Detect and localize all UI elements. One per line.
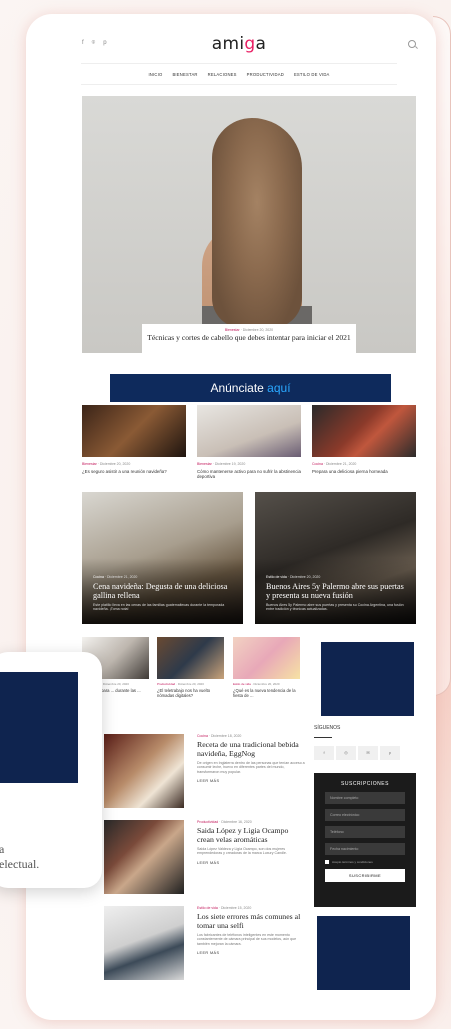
featured-article-card[interactable]: Cocina · Diciembre 21, 2020 Cena navideñ… xyxy=(82,492,243,624)
read-more-link[interactable]: LEER MÁS xyxy=(197,861,307,865)
hero-title[interactable]: Técnicas y cortes de cabello que debes i… xyxy=(142,334,356,342)
subscribe-title: SUSCRIPCIONES xyxy=(341,781,389,787)
nav-item-productividad[interactable]: PRODUCTIVIDAD xyxy=(247,72,284,77)
overlay-text: electual. xyxy=(0,857,40,871)
ad-banner[interactable]: Anúnciate aquí xyxy=(110,374,391,402)
article-image xyxy=(104,906,184,980)
article-excerpt: De origen en Inglaterra dentro de las pe… xyxy=(197,761,305,774)
web-page: f ⌾ p amiga INICIO BIENESTAR RELACIONES … xyxy=(56,30,422,1005)
overlay-card: a electual. xyxy=(0,652,102,888)
article-image xyxy=(104,820,184,894)
article-title[interactable]: Los siete errores más comunes al tomar u… xyxy=(197,912,307,930)
article-card[interactable]: Cocina · Diciembre 21, 2020 Prepara una … xyxy=(312,405,416,474)
hero-meta: Bienestar · Diciembre 20, 2020 xyxy=(224,328,274,332)
article-list-item[interactable]: Productividad · Diciembre 16, 2020 Saida… xyxy=(104,820,318,896)
featured-article-excerpt: Este platillo lleva en las cenas de las … xyxy=(93,602,225,611)
overlay-text: a xyxy=(0,842,5,856)
search-icon[interactable] xyxy=(408,40,416,48)
featured-article-title[interactable]: Cena navideña: Degusta de una deliciosa … xyxy=(93,582,235,600)
article-excerpt: Saida López Valdeza y Ligia Ocampo, son … xyxy=(197,847,287,856)
sidebar-ad[interactable] xyxy=(321,642,414,716)
phone-field[interactable]: Teléfono xyxy=(325,826,405,838)
article-image xyxy=(157,637,224,679)
hero-article[interactable]: Bienestar · Diciembre 20, 2020 Técnicas … xyxy=(82,96,416,353)
sidebar-ad[interactable] xyxy=(317,916,410,990)
main-nav: INICIO BIENESTAR RELACIONES PRODUCTIVIDA… xyxy=(81,63,397,85)
hero-image-hair xyxy=(212,118,302,328)
featured-article-excerpt: Buenos Aires 5y Palermo abre sus puertas… xyxy=(266,602,404,611)
article-title[interactable]: Cómo mantenerse activo para no sufrir la… xyxy=(197,469,301,479)
follow-title: SÍGUENOS xyxy=(314,725,341,731)
article-card[interactable]: Estilo de vida · Diciembre 20, 2020 ¿Qué… xyxy=(233,637,300,698)
consent-checkbox[interactable]: Acepto términos y condiciones xyxy=(325,860,405,864)
birthdate-field[interactable]: Fecha nacimiento xyxy=(325,843,405,855)
article-card[interactable]: Bienestar · Diciembre 20, 2020 ¿Es segur… xyxy=(82,405,186,474)
mail-icon[interactable]: ✉ xyxy=(358,746,378,760)
article-list-item[interactable]: Cocina · Diciembre 18, 2020 Receta de un… xyxy=(104,734,318,810)
checkbox-icon[interactable] xyxy=(325,860,329,864)
overlay-ad-block xyxy=(0,672,78,783)
nav-item-estilo-de-vida[interactable]: ESTILO DE VIDA xyxy=(294,72,330,77)
instagram-icon[interactable]: ◎ xyxy=(336,746,356,760)
pinterest-icon[interactable]: p xyxy=(380,746,400,760)
article-image xyxy=(104,734,184,808)
article-title[interactable]: Receta de una tradicional bebida navideñ… xyxy=(197,740,307,758)
featured-article-card[interactable]: Estilo de vida · Diciembre 20, 2020 Buen… xyxy=(255,492,416,624)
article-image xyxy=(82,405,186,457)
article-title[interactable]: Saida López y Ligia Ocampo crean velas a… xyxy=(197,826,307,844)
article-title[interactable]: ¿Qué es la nueva tendencia de la fiesta … xyxy=(233,688,300,698)
nav-item-relaciones[interactable]: RELACIONES xyxy=(208,72,237,77)
article-title[interactable]: ¿Es seguro asistir a una reunión navideñ… xyxy=(82,469,186,474)
subscribe-form: SUSCRIPCIONES Nombre completo Correo ele… xyxy=(314,773,416,907)
article-image xyxy=(197,405,301,457)
hero-caption: Bienestar · Diciembre 20, 2020 Técnicas … xyxy=(142,324,356,353)
featured-article-title[interactable]: Buenos Aires 5y Palermo abre sus puertas… xyxy=(266,582,408,600)
article-title[interactable]: Prepara una deliciosa pierna horneada xyxy=(312,469,416,474)
article-list-item[interactable]: Estilo de vida · Diciembre 15, 2020 Los … xyxy=(104,906,318,982)
subscribe-button[interactable]: SUSCRIBIRME xyxy=(325,869,405,882)
read-more-link[interactable]: LEER MÁS xyxy=(197,779,307,783)
read-more-link[interactable]: LEER MÁS xyxy=(197,951,307,955)
nav-item-bienestar[interactable]: BIENESTAR xyxy=(172,72,197,77)
article-image xyxy=(312,405,416,457)
article-image xyxy=(233,637,300,679)
article-excerpt: Los fabricantes de teléfonos inteligente… xyxy=(197,933,297,946)
site-logo[interactable]: amiga xyxy=(56,34,422,54)
follow-icons: f ◎ ✉ p xyxy=(314,746,400,760)
article-card[interactable]: Bienestar · Diciembre 19, 2020 Cómo mant… xyxy=(197,405,301,479)
name-field[interactable]: Nombre completo xyxy=(325,792,405,804)
nav-item-inicio[interactable]: INICIO xyxy=(148,72,162,77)
email-field[interactable]: Correo electrónico xyxy=(325,809,405,821)
article-title[interactable]: ¿El teletrabajo nos ha vuelto nómadas di… xyxy=(157,688,224,698)
article-card[interactable]: Productividad · Diciembre 20, 2020 ¿El t… xyxy=(157,637,224,698)
